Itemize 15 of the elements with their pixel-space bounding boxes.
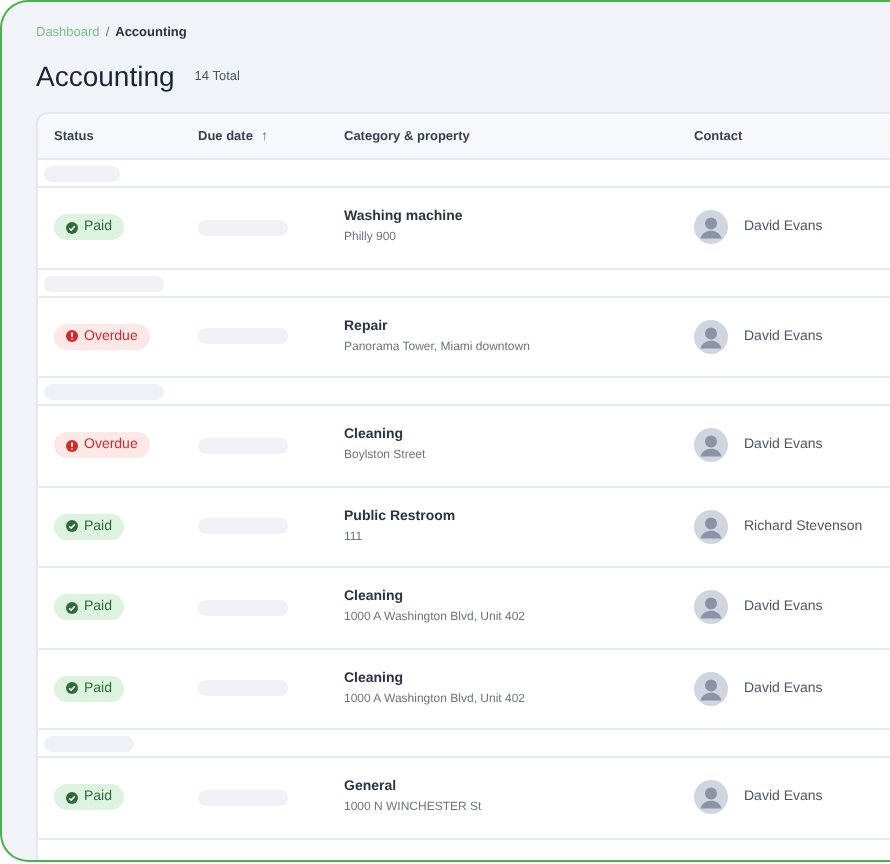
avatar-icon (694, 671, 728, 706)
check-icon (66, 520, 78, 533)
avatar-icon (694, 210, 728, 245)
check-icon (66, 221, 78, 234)
alert-icon (66, 439, 78, 452)
avatar-icon (694, 428, 728, 463)
avatar-icon (694, 780, 728, 815)
check-icon (66, 682, 78, 695)
check-icon (66, 601, 78, 614)
page-title: Accounting (36, 60, 175, 92)
check-icon (66, 791, 78, 804)
avatar-icon (694, 590, 728, 625)
avatar-icon (694, 509, 728, 544)
alert-icon (66, 330, 78, 343)
avatar-icon (694, 319, 728, 354)
